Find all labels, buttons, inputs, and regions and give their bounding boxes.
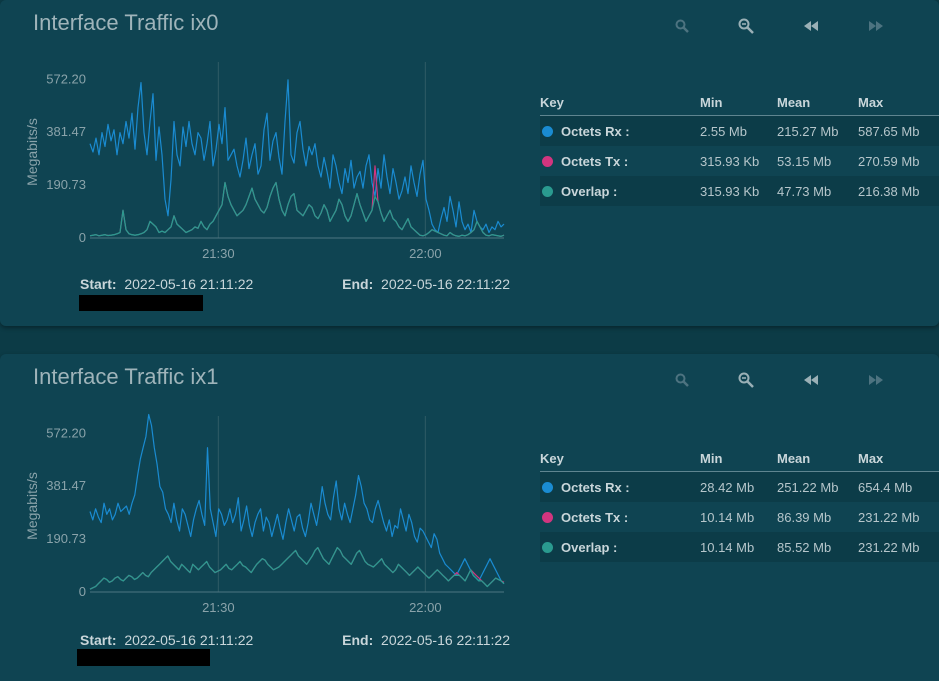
traffic-panel-ix0: Interface Traffic ix0 21:30 22:00 0 190.73 3…: [0, 0, 939, 326]
y-tick-label: 0: [79, 230, 86, 245]
legend-header-mean: Mean: [777, 448, 858, 472]
legend-header-min: Min: [700, 448, 777, 472]
start-time: Start: 2022-05-16 21:11:22: [80, 632, 254, 648]
chart-toolbar: [668, 14, 898, 38]
traffic-panel-ix1: Interface Traffic ix1 21:30 22:00 0 190.73 3…: [0, 354, 939, 681]
rewind-icon[interactable]: [797, 14, 825, 38]
overlap-dot-icon: [542, 185, 553, 197]
y-tick-label: 0: [79, 584, 86, 599]
redaction-bar: [79, 295, 203, 311]
chart-svg[interactable]: 21:30 22:00 0 190.73 381.47 572.20 Megabits/s: [18, 58, 518, 268]
zoom-in-icon[interactable]: [668, 368, 696, 392]
panel-title: Interface Traffic ix0: [33, 10, 219, 35]
zoom-out-icon[interactable]: [732, 368, 760, 392]
y-tick-label: 381.47: [46, 124, 86, 139]
time-range: Start: 2022-05-16 21:11:22 End: 2022-05-…: [80, 632, 510, 650]
series-line-overlap[interactable]: [89, 546, 505, 590]
rewind-icon[interactable]: [797, 368, 825, 392]
x-tick-label: 21:30: [202, 246, 235, 261]
y-tick-label: 190.73: [46, 531, 86, 546]
y-tick-label: 381.47: [46, 478, 86, 493]
fast-forward-icon[interactable]: [862, 14, 890, 38]
traffic-chart[interactable]: 21:30 22:00 0 190.73 381.47 572.20 Megabits/s: [18, 58, 518, 268]
rx-dot-icon: [542, 125, 553, 137]
traffic-chart[interactable]: 21:30 22:00 0 190.73 381.47 572.20 Megabits/s: [18, 412, 518, 622]
fast-forward-icon[interactable]: [862, 368, 890, 392]
legend-header-max: Max: [858, 92, 939, 116]
y-axis-label: Megabits/s: [24, 472, 40, 540]
time-range: Start: 2022-05-16 21:11:22 End: 2022-05-…: [80, 276, 510, 294]
legend-row-tx[interactable]: Octets Tx : 10.14 Mb 86.39 Mb 231.22 Mb: [540, 502, 939, 532]
tx-dot-icon: [542, 511, 553, 523]
x-tick-label: 22:00: [409, 600, 442, 615]
series-line-octets-rx[interactable]: [89, 413, 505, 585]
y-tick-label: 572.20: [46, 71, 86, 86]
end-time: End: 2022-05-16 22:11:22: [342, 276, 510, 292]
legend-header-key: Key: [540, 448, 700, 472]
legend-header-mean: Mean: [777, 92, 858, 116]
panel-title: Interface Traffic ix1: [33, 364, 219, 389]
legend-header-key: Key: [540, 92, 700, 116]
legend-table: Key Min Mean Max Octets Rx : 28.42 Mb 25…: [540, 448, 939, 562]
rx-dot-icon: [542, 481, 553, 493]
y-tick-label: 572.20: [46, 425, 86, 440]
y-axis-label: Megabits/s: [24, 118, 40, 186]
series-line-overlap[interactable]: [89, 181, 505, 237]
start-time: Start: 2022-05-16 21:11:22: [80, 276, 254, 292]
chart-toolbar: [668, 368, 898, 392]
legend-row-tx[interactable]: Octets Tx : 315.93 Kb 53.15 Mb 270.59 Mb: [540, 146, 939, 176]
legend-table: Key Min Mean Max Octets Rx : 2.55 Mb 215…: [540, 92, 939, 206]
legend-row-rx[interactable]: Octets Rx : 28.42 Mb 251.22 Mb 654.4 Mb: [540, 471, 939, 502]
x-tick-label: 22:00: [409, 246, 442, 261]
zoom-out-icon[interactable]: [732, 14, 760, 38]
y-tick-label: 190.73: [46, 177, 86, 192]
legend-header-min: Min: [700, 92, 777, 116]
legend-row-overlap[interactable]: Overlap : 315.93 Kb 47.73 Mb 216.38 Mb: [540, 176, 939, 206]
x-tick-label: 21:30: [202, 600, 235, 615]
legend-row-rx[interactable]: Octets Rx : 2.55 Mb 215.27 Mb 587.65 Mb: [540, 115, 939, 146]
overlap-dot-icon: [542, 541, 553, 553]
redaction-bar: [77, 649, 210, 666]
chart-svg[interactable]: 21:30 22:00 0 190.73 381.47 572.20 Megabits/s: [18, 412, 518, 622]
legend-header-max: Max: [858, 448, 939, 472]
legend-row-overlap[interactable]: Overlap : 10.14 Mb 85.52 Mb 231.22 Mb: [540, 532, 939, 562]
zoom-in-icon[interactable]: [668, 14, 696, 38]
tx-dot-icon: [542, 155, 553, 167]
series-line-octets-tx[interactable]: [89, 165, 505, 237]
end-time: End: 2022-05-16 22:11:22: [342, 632, 510, 648]
